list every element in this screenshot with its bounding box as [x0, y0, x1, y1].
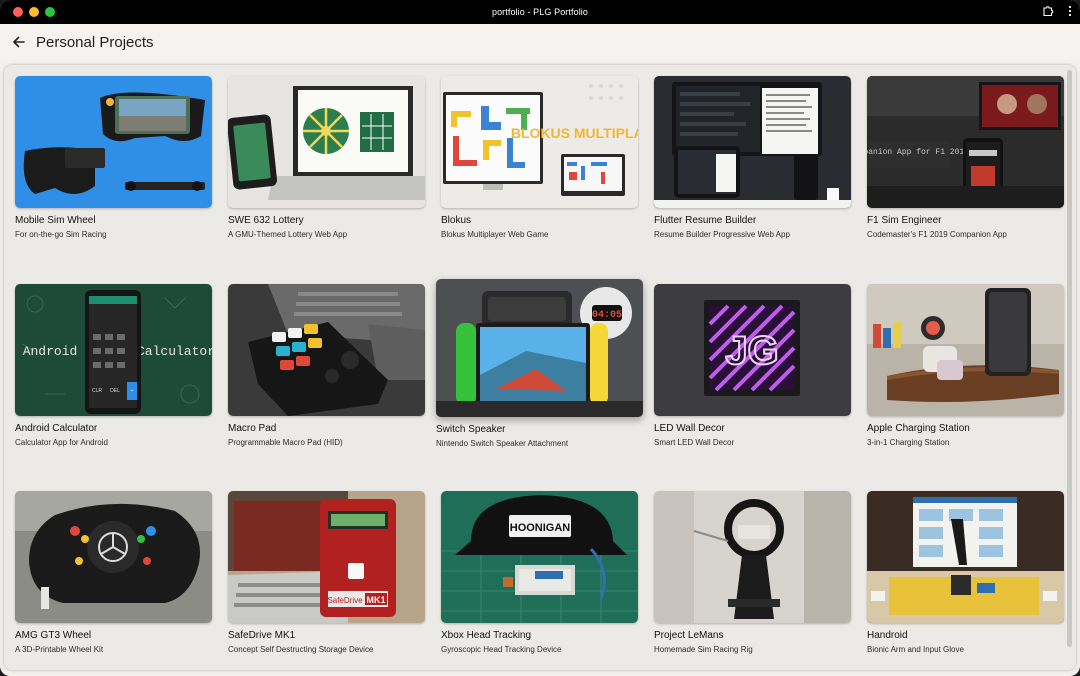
calc-key-del: DEL: [110, 388, 120, 394]
project-title: Android Calculator: [15, 423, 98, 434]
project-card-swe-632-lottery[interactable]: SWE 632 Lottery A GMU-Themed Lottery Web…: [228, 76, 425, 239]
window-title: portfolio - PLG Portfolio: [491, 7, 589, 17]
project-subtitle: Nintendo Switch Speaker Attachment: [436, 439, 569, 448]
project-thumbnail: [654, 76, 851, 208]
project-title: Flutter Resume Builder: [654, 215, 757, 226]
project-thumbnail: [654, 491, 851, 623]
project-thumbnail: SafeDrive MK1: [228, 491, 425, 623]
project-thumbnail: HOONIGAN: [441, 491, 638, 623]
project-subtitle: A GMU-Themed Lottery Web App: [228, 230, 348, 239]
hoonigan-thumb-label: HOONIGAN: [510, 522, 571, 534]
project-title: LED Wall Decor: [654, 423, 725, 434]
project-card-safedrive-mk1[interactable]: SafeDrive MK1 SafeDrive MK1 Concept Self…: [228, 491, 425, 654]
project-thumbnail: Companion App for F1 2019: [867, 76, 1064, 208]
kebab-menu-icon[interactable]: [1068, 5, 1072, 17]
project-card-android-calculator[interactable]: Android Calculator CLR DEL ÷ Android Cal…: [15, 284, 212, 447]
mk1-thumb-label: MK1: [366, 595, 385, 605]
project-card-project-lemans[interactable]: Project LeMans Homemade Sim Racing Rig: [654, 491, 851, 654]
project-title: Mobile Sim Wheel: [15, 215, 96, 226]
project-subtitle: Bionic Arm and Input Glove: [867, 645, 964, 654]
project-thumbnail: [15, 491, 212, 623]
calc-thumb-left: Android: [23, 344, 78, 359]
projects-grid: Mobile Sim Wheel For on-the-go Sim Racin…: [4, 65, 1076, 670]
project-subtitle: Gyroscopic Head Tracking Device: [441, 645, 562, 654]
project-card-handroid[interactable]: Handroid Bionic Arm and Input Glove: [867, 491, 1064, 654]
maximize-window-button[interactable]: [45, 7, 55, 17]
window-actions: [1042, 5, 1072, 17]
app-bar: Personal Projects: [0, 24, 1080, 60]
project-thumbnail: [867, 491, 1064, 623]
project-subtitle: For on-the-go Sim Racing: [15, 230, 107, 239]
project-subtitle: Resume Builder Progressive Web App: [654, 230, 790, 239]
project-subtitle: Calculator App for Android: [15, 438, 108, 447]
project-thumbnail: BLOKUS MULTIPLAYER: [441, 76, 638, 208]
close-window-button[interactable]: [13, 7, 23, 17]
project-thumbnail: 04:05: [436, 279, 643, 417]
led-thumb-label: JG: [725, 329, 778, 373]
project-card-xbox-head-tracking[interactable]: HOONIGAN Xbox Head Tracking Gyroscopic H…: [441, 491, 638, 654]
project-subtitle: Smart LED Wall Decor: [654, 438, 735, 447]
calc-thumb-right: Calculator: [137, 344, 212, 359]
calc-key-divide: ÷: [131, 388, 134, 394]
project-card-macro-pad[interactable]: Macro Pad Programmable Macro Pad (HID): [228, 284, 425, 447]
project-subtitle: Blokus Multiplayer Web Game: [441, 230, 549, 239]
project-subtitle: Concept Self Destructing Storage Device: [228, 645, 374, 654]
puzzle-icon[interactable]: [1042, 5, 1054, 17]
project-title: AMG GT3 Wheel: [15, 630, 92, 641]
project-title: Apple Charging Station: [867, 423, 970, 434]
project-card-apple-charging-station[interactable]: Apple Charging Station 3-in-1 Charging S…: [867, 284, 1064, 447]
project-title: F1 Sim Engineer: [867, 215, 942, 226]
minimize-window-button[interactable]: [29, 7, 39, 17]
project-title: Xbox Head Tracking: [441, 630, 532, 641]
app-window: portfolio - PLG Portfolio Personal Proje…: [0, 0, 1080, 676]
project-thumbnail: [15, 76, 212, 208]
window-titlebar: portfolio - PLG Portfolio: [0, 0, 1080, 24]
f1-thumb-label: Companion App for F1 2019: [867, 148, 969, 157]
project-card-f1-sim-engineer[interactable]: Companion App for F1 2019 F1 Sim Enginee…: [867, 76, 1064, 239]
project-subtitle: 3-in-1 Charging Station: [867, 438, 950, 447]
project-card-blokus[interactable]: BLOKUS MULTIPLAYER Blokus Blokus Multipl…: [441, 76, 638, 239]
project-card-flutter-resume-builder[interactable]: Flutter Resume Builder Resume Builder Pr…: [654, 76, 851, 239]
project-title: Handroid: [867, 630, 908, 641]
safedrive-thumb-label: SafeDrive: [327, 596, 363, 605]
project-subtitle: Homemade Sim Racing Rig: [654, 645, 753, 654]
project-title: Switch Speaker: [436, 424, 506, 435]
calc-key-clr: CLR: [92, 388, 102, 394]
project-thumbnail: [228, 76, 425, 208]
project-title: Blokus: [441, 215, 472, 226]
page-title: Personal Projects: [36, 33, 154, 51]
project-card-led-wall-decor[interactable]: JG LED Wall Decor Smart LED Wall Decor: [654, 284, 851, 447]
project-thumbnail: [228, 284, 425, 416]
project-title: Project LeMans: [654, 630, 724, 641]
project-subtitle: A 3D-Printable Wheel Kit: [15, 645, 104, 654]
window-controls: [13, 7, 55, 17]
project-thumbnail: JG: [654, 284, 851, 416]
project-card-switch-speaker[interactable]: 04:05 Switch Speaker Nintendo Switch Spe…: [436, 279, 643, 448]
project-title: SafeDrive MK1: [228, 630, 296, 641]
project-subtitle: Programmable Macro Pad (HID): [228, 438, 343, 447]
clock-thumb-label: 04:05: [592, 310, 622, 321]
vertical-scrollbar[interactable]: [1067, 70, 1072, 647]
arrow-left-icon[interactable]: [10, 34, 26, 50]
project-thumbnail: [867, 284, 1064, 416]
blokus-thumb-label: BLOKUS MULTIPLAYER: [511, 125, 638, 141]
project-thumbnail: Android Calculator CLR DEL ÷: [15, 284, 212, 416]
project-card-mobile-sim-wheel[interactable]: Mobile Sim Wheel For on-the-go Sim Racin…: [15, 76, 212, 239]
project-card-amg-gt3-wheel[interactable]: AMG GT3 Wheel A 3D-Printable Wheel Kit: [15, 491, 212, 654]
project-title: Macro Pad: [228, 423, 277, 434]
project-subtitle: Codemaster's F1 2019 Companion App: [867, 230, 1007, 239]
project-title: SWE 632 Lottery: [228, 215, 304, 226]
